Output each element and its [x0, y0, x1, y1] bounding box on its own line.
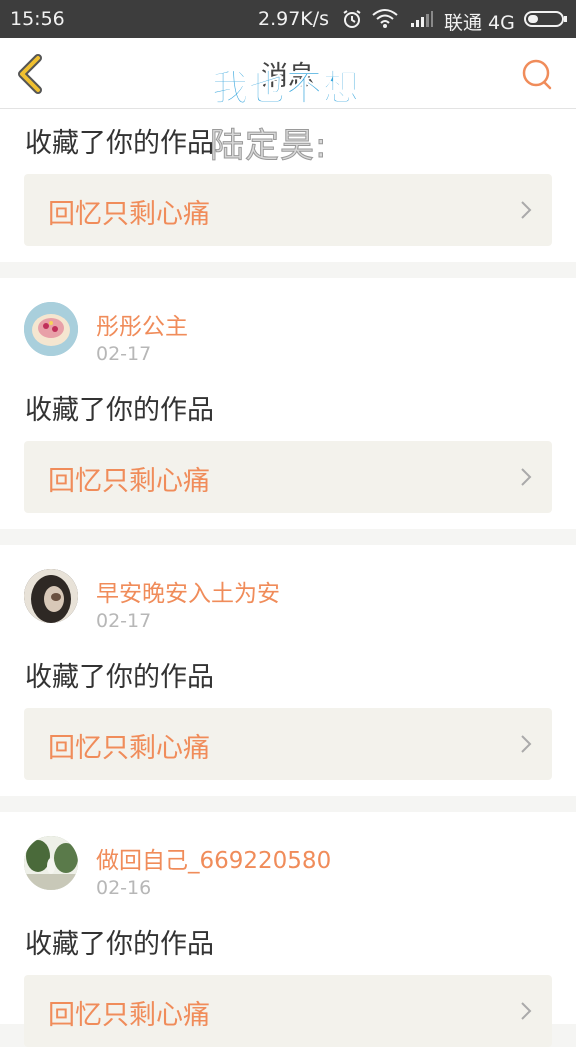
notification-action: 收藏了你的作品: [25, 395, 214, 426]
notification-date: 02-17: [96, 343, 152, 365]
overlay-subcaption: 陆定昊:: [209, 126, 328, 167]
status-bar: 15:56 2.97K/s 联通 4G: [0, 0, 576, 38]
notification-date: 02-16: [96, 877, 152, 899]
notification-date: 02-17: [96, 610, 152, 632]
notification-card: 早安晚安入土为安 02-17 收藏了你的作品 回忆只剩心痛: [0, 545, 576, 796]
notification-action: 收藏了你的作品: [25, 128, 214, 159]
cake-image-icon: [24, 302, 78, 356]
portrait-image-icon: [24, 569, 78, 623]
status-time: 15:56: [10, 8, 65, 30]
landscape-image-icon: [24, 836, 78, 890]
battery-icon: [524, 11, 567, 27]
user-avatar[interactable]: [24, 302, 78, 356]
network-speed: 2.97K/s: [258, 8, 330, 30]
chevron-right-icon: [521, 735, 532, 753]
carrier-label: 联通 4G: [444, 12, 515, 34]
search-icon[interactable]: [520, 58, 554, 92]
notification-card: 做回自己_669220580 02-16 收藏了你的作品 回忆只剩心痛: [0, 812, 576, 1047]
work-link[interactable]: 回忆只剩心痛: [24, 975, 552, 1047]
notification-action: 收藏了你的作品: [25, 929, 214, 960]
notification-card: 彤彤公主 02-17 收藏了你的作品 回忆只剩心痛: [0, 278, 576, 529]
work-title: 回忆只剩心痛: [48, 733, 210, 764]
chevron-right-icon: [521, 468, 532, 486]
username[interactable]: 彤彤公主: [96, 307, 188, 341]
chevron-right-icon: [521, 1002, 532, 1020]
username[interactable]: 做回自己_669220580: [96, 841, 331, 875]
wifi-icon: [372, 9, 398, 28]
notification-action: 收藏了你的作品: [25, 662, 214, 693]
user-avatar[interactable]: [24, 836, 78, 890]
signal-icon: [411, 11, 433, 27]
work-link[interactable]: 回忆只剩心痛: [24, 441, 552, 513]
user-avatar[interactable]: [24, 569, 78, 623]
work-title: 回忆只剩心痛: [48, 1000, 210, 1031]
username[interactable]: 早安晚安入土为安: [96, 574, 280, 608]
work-link[interactable]: 回忆只剩心痛: [24, 708, 552, 780]
work-title: 回忆只剩心痛: [48, 466, 210, 497]
header-bar: 消息 我也不想: [0, 38, 576, 110]
overlay-caption: 我也不想: [211, 68, 361, 110]
chevron-right-icon: [521, 201, 532, 219]
work-title: 回忆只剩心痛: [48, 199, 210, 230]
alarm-icon: [343, 10, 361, 28]
work-link[interactable]: 回忆只剩心痛: [24, 174, 552, 246]
